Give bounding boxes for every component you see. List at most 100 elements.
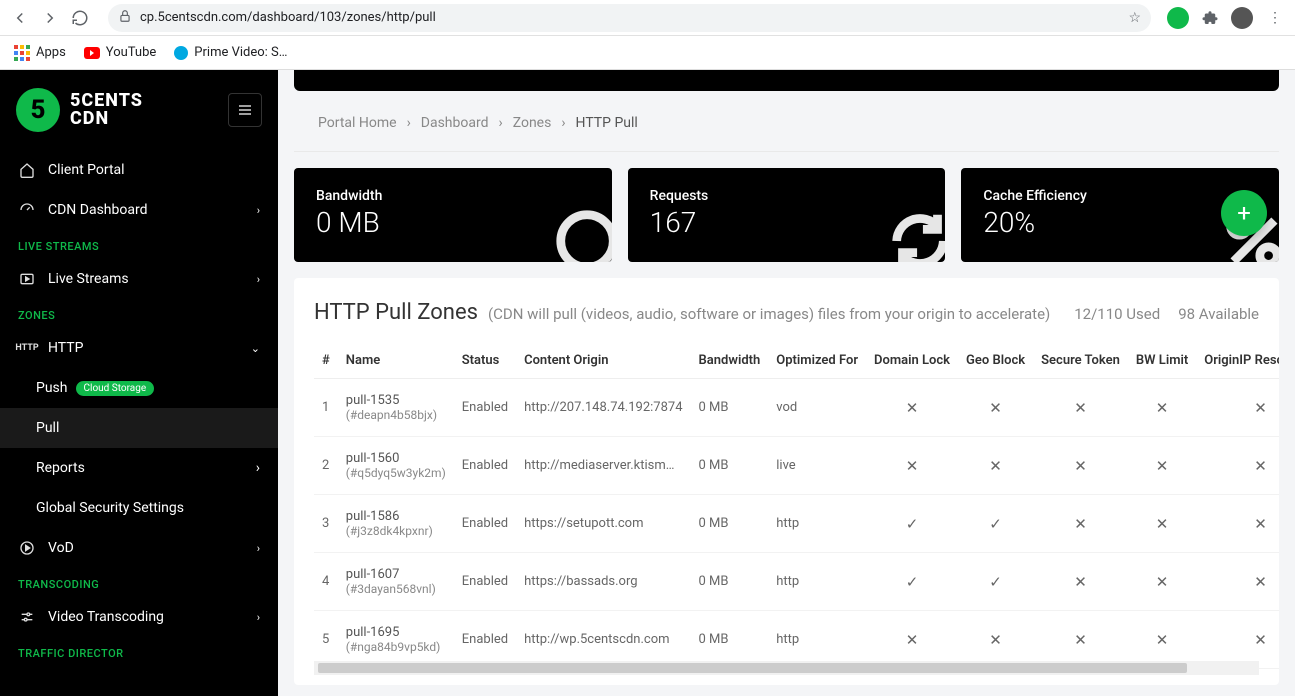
horizontal-scrollbar[interactable] [314,661,1259,675]
bookmark-apps[interactable]: Apps [14,45,66,61]
nav-label: CDN Dashboard [48,202,147,218]
row-secure-token: ✕ [1033,553,1128,611]
row-originip: ✕ [1196,611,1279,669]
play-box-icon [18,271,36,287]
extension-grammarly-icon[interactable] [1167,7,1189,29]
forward-button[interactable] [38,6,62,30]
chevron-right-icon: › [257,542,260,555]
stat-value: 0 MB [316,206,590,239]
youtube-icon [84,47,100,59]
nav-live-streams[interactable]: Live Streams › [0,259,278,299]
row-secure-token: ✕ [1033,611,1128,669]
row-secure-token: ✕ [1033,495,1128,553]
play-circle-icon [18,540,36,556]
row-index: 2 [314,437,338,495]
bookmark-youtube[interactable]: YouTube [84,45,157,60]
row-geo-block: ✕ [958,437,1033,495]
row-name: pull-1607(#3dayan568vnl) [338,553,454,611]
nav-client-portal[interactable]: Client Portal [0,150,278,190]
nav-push[interactable]: Push Cloud Storage [0,368,278,408]
section-live-streams: LIVE STREAMS [0,230,278,259]
row-status: Enabled [454,437,516,495]
row-name: pull-1695(#nga84b9vp5kd) [338,611,454,669]
column-header: Name [338,343,454,379]
row-optimized: vod [768,379,866,437]
lock-icon [118,9,132,27]
stat-requests: Requests 167 [628,168,946,262]
row-index: 1 [314,379,338,437]
chevron-right-icon: › [499,115,503,131]
row-origin: http://207.148.74.192:7874 [516,379,690,437]
row-domain-lock: ✓ [866,553,958,611]
stat-label: Cache Efficiency [983,188,1257,204]
row-domain-lock: ✕ [866,611,958,669]
row-domain-lock: ✕ [866,437,958,495]
row-secure-token: ✕ [1033,379,1128,437]
nav-global-security[interactable]: Global Security Settings [0,488,278,528]
chevron-right-icon: › [407,115,411,131]
chevron-right-icon: › [561,115,565,131]
stat-value: 167 [650,206,924,239]
nav-pull[interactable]: Pull [0,408,278,448]
row-index: 3 [314,495,338,553]
panel-header: HTTP Pull Zones (CDN will pull (videos, … [314,300,1259,325]
logo-text: 5CENTS CDN [70,92,143,128]
breadcrumb: Portal Home › Dashboard › Zones › HTTP P… [318,115,1255,131]
row-bw-limit: ✕ [1128,437,1196,495]
column-header: Optimized For [768,343,866,379]
profile-avatar[interactable] [1231,7,1253,29]
panel-subtitle: (CDN will pull (videos, audio, software … [488,305,1050,323]
extensions-puzzle-icon[interactable] [1199,7,1221,29]
nav-label: Global Security Settings [36,500,184,516]
refresh-icon [885,206,945,262]
row-status: Enabled [454,611,516,669]
sliders-icon [18,609,36,625]
table-row: 5pull-1695(#nga84b9vp5kd)Enabledhttp://w… [314,611,1279,669]
apps-icon [14,45,30,61]
sidebar-toggle-button[interactable] [228,93,262,127]
section-traffic-director: TRAFFIC DIRECTOR [0,637,278,666]
column-header: Geo Block [958,343,1033,379]
bookmark-star-icon[interactable]: ☆ [1128,10,1141,26]
row-originip: ✕ [1196,379,1279,437]
breadcrumb-item[interactable]: Dashboard [421,115,489,131]
reload-button[interactable] [68,6,92,30]
row-origin: https://setupott.com [516,495,690,553]
column-header: BW Limit [1128,343,1196,379]
chevron-right-icon: › [257,611,260,624]
logo-icon: 5 [16,88,60,132]
row-secure-token: ✕ [1033,437,1128,495]
address-bar[interactable]: cp.5centscdn.com/dashboard/103/zones/htt… [108,4,1151,32]
breadcrumb-item[interactable]: Zones [513,115,552,131]
back-button[interactable] [8,6,32,30]
row-optimized: live [768,437,866,495]
chevron-right-icon: › [257,273,260,286]
bookmark-label: Apps [36,45,66,60]
column-header: Bandwidth [691,343,769,379]
table-row: 1pull-1535(#deapn4b58bjx)Enabledhttp://2… [314,379,1279,437]
row-name: pull-1535(#deapn4b58bjx) [338,379,454,437]
chevron-right-icon: › [257,204,260,217]
chevron-down-icon: ⌄ [251,342,260,355]
prime-icon [174,46,188,60]
nav-vod[interactable]: VoD › [0,528,278,568]
table-row: 4pull-1607(#3dayan568vnl)Enabledhttps://… [314,553,1279,611]
row-originip: ✕ [1196,437,1279,495]
bookmark-prime[interactable]: Prime Video: S… [174,45,287,60]
logo-row: 5 5CENTS CDN [0,70,278,150]
add-zone-fab[interactable]: + [1221,190,1267,236]
row-domain-lock: ✓ [866,495,958,553]
row-geo-block: ✓ [958,553,1033,611]
breadcrumb-item[interactable]: Portal Home [318,115,397,131]
nav-cdn-dashboard[interactable]: CDN Dashboard › [0,190,278,230]
nav-reports[interactable]: Reports › [0,448,278,488]
kebab-menu-icon[interactable]: ⋮ [1263,6,1287,30]
row-name: pull-1560(#q5dyq5w3yk2m) [338,437,454,495]
nav-http[interactable]: HTTP HTTP ⌄ [0,328,278,368]
plus-icon: + [1237,199,1251,227]
nav-label: Reports [36,460,85,476]
nav-video-transcoding[interactable]: Video Transcoding › [0,597,278,637]
scroll-thumb[interactable] [318,663,1187,673]
panel-title: HTTP Pull Zones [314,300,478,325]
breadcrumb-row: Portal Home › Dashboard › Zones › HTTP P… [294,101,1279,152]
